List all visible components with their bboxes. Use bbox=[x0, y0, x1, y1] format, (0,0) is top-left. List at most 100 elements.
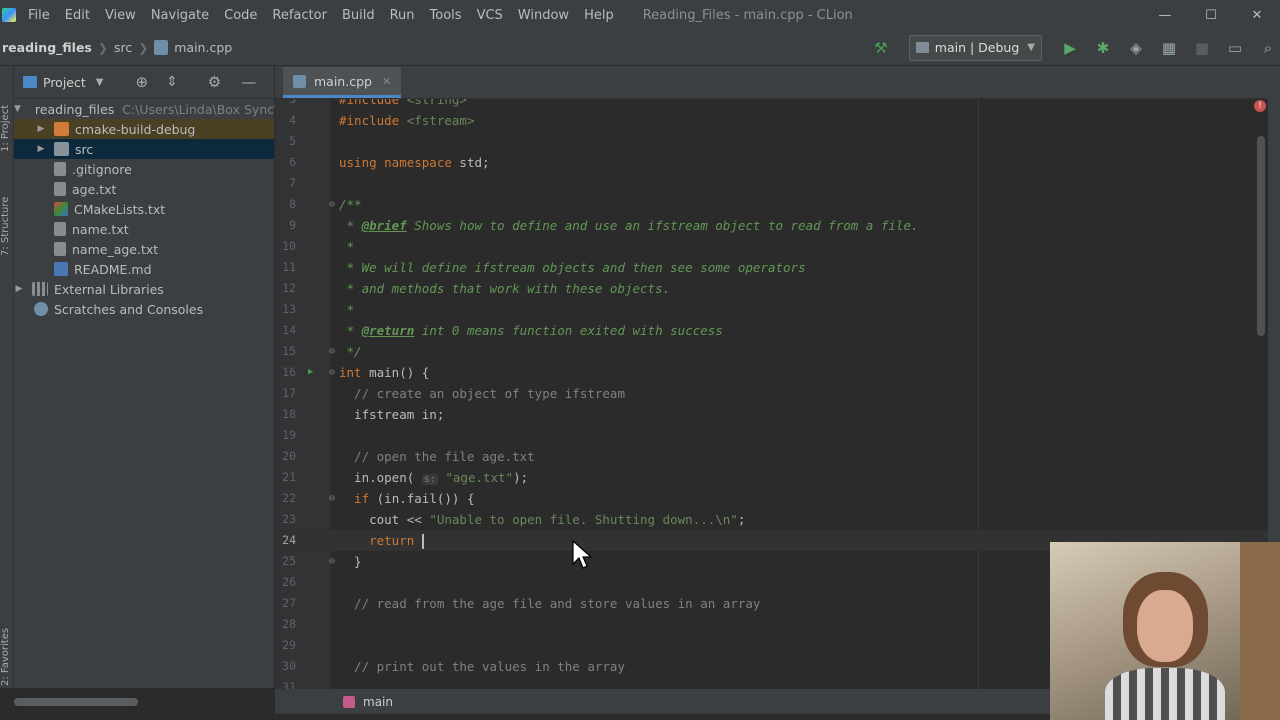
editor-tab-bar: main.cpp ✕ bbox=[275, 66, 1280, 99]
tree-item-age-txt[interactable]: age.txt bbox=[14, 179, 274, 199]
line-number: 21 bbox=[282, 470, 296, 484]
run-icon[interactable]: ▶ bbox=[1058, 36, 1082, 60]
expand-arrow-icon[interactable]: ▼ bbox=[14, 104, 21, 114]
tree-item-cmakelists[interactable]: CMakeLists.txt bbox=[14, 199, 274, 219]
code-token: main() { bbox=[369, 365, 430, 380]
profile-icon[interactable]: ▦ bbox=[1157, 36, 1181, 60]
code-token: int bbox=[339, 365, 370, 380]
expand-arrow-icon[interactable]: ▶ bbox=[14, 284, 24, 294]
code-token: @return bbox=[361, 323, 415, 338]
line-number: 4 bbox=[289, 113, 296, 127]
code-line: 23 cout << "Unable to open file. Shuttin… bbox=[275, 509, 1280, 530]
navigation-bar: reading_files ❯ src ❯ main.cpp ⚒ main | … bbox=[0, 30, 1280, 66]
line-number: 29 bbox=[282, 638, 296, 652]
run-gutter-icon[interactable]: ▶ bbox=[308, 362, 313, 383]
stop-icon[interactable]: ■ bbox=[1190, 36, 1214, 60]
menu-vcs[interactable]: VCS bbox=[477, 8, 503, 23]
fold-icon[interactable]: ⊖ bbox=[329, 551, 335, 572]
code-line: 16 ▶ ⊖ int main() { bbox=[275, 362, 1280, 383]
parameter-hint: s: bbox=[421, 474, 438, 485]
expand-arrow-icon[interactable]: ▶ bbox=[36, 144, 46, 154]
menu-edit[interactable]: Edit bbox=[65, 8, 90, 23]
tab-main-cpp[interactable]: main.cpp ✕ bbox=[283, 67, 402, 98]
locate-target-icon[interactable]: ⊕ bbox=[135, 73, 148, 91]
tab-structure-tool[interactable]: 7: Structure bbox=[0, 176, 13, 256]
breadcrumb-function[interactable]: main bbox=[363, 695, 393, 709]
menu-file[interactable]: File bbox=[28, 8, 50, 23]
line-number: 22 bbox=[282, 491, 296, 505]
debug-bug-icon[interactable]: ✱ bbox=[1091, 36, 1115, 60]
breadcrumb-project[interactable]: reading_files bbox=[2, 40, 92, 55]
menu-navigate[interactable]: Navigate bbox=[151, 8, 209, 23]
breadcrumb-file[interactable]: main.cpp bbox=[174, 40, 232, 55]
tree-item-name-txt[interactable]: name.txt bbox=[14, 219, 274, 239]
tab-favorites-tool[interactable]: 2: Favorites bbox=[0, 611, 13, 686]
menu-run[interactable]: Run bbox=[390, 8, 415, 23]
code-line: 18 ifstream in; bbox=[275, 404, 1280, 425]
fold-icon[interactable]: ⊖ bbox=[329, 488, 335, 509]
tree-item-src[interactable]: ▶ src bbox=[14, 139, 274, 159]
project-horizontal-scrollbar[interactable] bbox=[14, 698, 138, 706]
code-line: 12 * and methods that work with these ob… bbox=[275, 278, 1280, 299]
build-hammer-icon[interactable]: ⚒ bbox=[869, 36, 893, 60]
clion-logo-icon bbox=[2, 8, 16, 22]
tree-item-scratches[interactable]: Scratches and Consoles bbox=[14, 299, 274, 319]
project-panel: Project ▼ ⊕ ⇕ ⚙ — ▼ reading_files C:\Use… bbox=[14, 66, 278, 688]
minimize-button[interactable]: — bbox=[1142, 0, 1188, 30]
line-number: 24 bbox=[282, 533, 296, 547]
code-token: * We will define ifstream objects and th… bbox=[339, 260, 806, 275]
tree-item-label: name_age.txt bbox=[72, 241, 159, 257]
tree-item-label: age.txt bbox=[72, 181, 117, 197]
tab-project-tool[interactable]: 1: Project bbox=[0, 72, 13, 152]
menu-bar: File Edit View Navigate Code Refactor Bu… bbox=[28, 8, 629, 23]
error-indicator-icon[interactable]: ! bbox=[1254, 100, 1266, 112]
code-line: 10 * bbox=[275, 236, 1280, 257]
code-line: 6 using namespace std; bbox=[275, 152, 1280, 173]
fold-icon[interactable]: ⊖ bbox=[329, 362, 335, 383]
tree-item-external-libraries[interactable]: ▶ External Libraries bbox=[14, 279, 274, 299]
breadcrumb-folder[interactable]: src bbox=[114, 40, 132, 55]
tree-item-gitignore[interactable]: .gitignore bbox=[14, 159, 274, 179]
presenter-face bbox=[1137, 590, 1193, 662]
window-controls: — ☐ ✕ bbox=[1142, 0, 1280, 30]
menu-window[interactable]: Window bbox=[518, 8, 569, 23]
menu-build[interactable]: Build bbox=[342, 8, 375, 23]
line-number: 23 bbox=[282, 512, 296, 526]
text-caret bbox=[421, 534, 424, 549]
fold-icon[interactable]: ⊖ bbox=[329, 194, 335, 215]
menu-help[interactable]: Help bbox=[584, 8, 614, 23]
gear-icon[interactable]: ⚙ bbox=[208, 73, 221, 91]
hide-panel-icon[interactable]: — bbox=[241, 73, 256, 91]
collapse-all-icon[interactable]: ⇕ bbox=[166, 74, 178, 90]
cpp-file-icon bbox=[154, 40, 169, 55]
line-number: 13 bbox=[282, 302, 296, 316]
close-tab-icon[interactable]: ✕ bbox=[382, 75, 391, 88]
tree-item-name-age-txt[interactable]: name_age.txt bbox=[14, 239, 274, 259]
code-line: 20 // open the file age.txt bbox=[275, 446, 1280, 467]
scratches-icon bbox=[34, 302, 48, 316]
search-icon[interactable]: ⌕ bbox=[1256, 36, 1280, 60]
menu-view[interactable]: View bbox=[105, 8, 136, 23]
code-token: // open the file age.txt bbox=[339, 449, 535, 464]
coverage-icon[interactable]: ◈ bbox=[1124, 36, 1148, 60]
close-window-button[interactable]: ✕ bbox=[1234, 0, 1280, 30]
maximize-button[interactable]: ☐ bbox=[1188, 0, 1234, 30]
menu-tools[interactable]: Tools bbox=[430, 8, 462, 23]
code-token: * bbox=[339, 323, 362, 338]
tree-item-readme[interactable]: README.md bbox=[14, 259, 274, 279]
editor-vertical-scrollbar[interactable] bbox=[1257, 136, 1265, 336]
code-line: 17 // create an object of type ifstream bbox=[275, 383, 1280, 404]
tree-item-cmake-build-debug[interactable]: ▶ cmake-build-debug bbox=[14, 119, 274, 139]
code-line: 9 * @brief Shows how to define and use a… bbox=[275, 215, 1280, 236]
tree-root[interactable]: ▼ reading_files C:\Users\Linda\Box Sync\ bbox=[14, 99, 278, 119]
tree-item-label: src bbox=[75, 141, 94, 157]
tree-item-label: Scratches and Consoles bbox=[54, 301, 204, 317]
chevron-down-icon[interactable]: ▼ bbox=[96, 77, 104, 88]
fold-icon[interactable]: ⊖ bbox=[329, 341, 335, 362]
project-panel-title[interactable]: Project bbox=[43, 75, 86, 90]
project-structure-icon[interactable]: ▭ bbox=[1223, 36, 1247, 60]
run-configuration-select[interactable]: main | Debug ▼ bbox=[908, 34, 1042, 61]
expand-arrow-icon[interactable]: ▶ bbox=[36, 124, 46, 134]
menu-refactor[interactable]: Refactor bbox=[272, 8, 327, 23]
menu-code[interactable]: Code bbox=[224, 8, 257, 23]
